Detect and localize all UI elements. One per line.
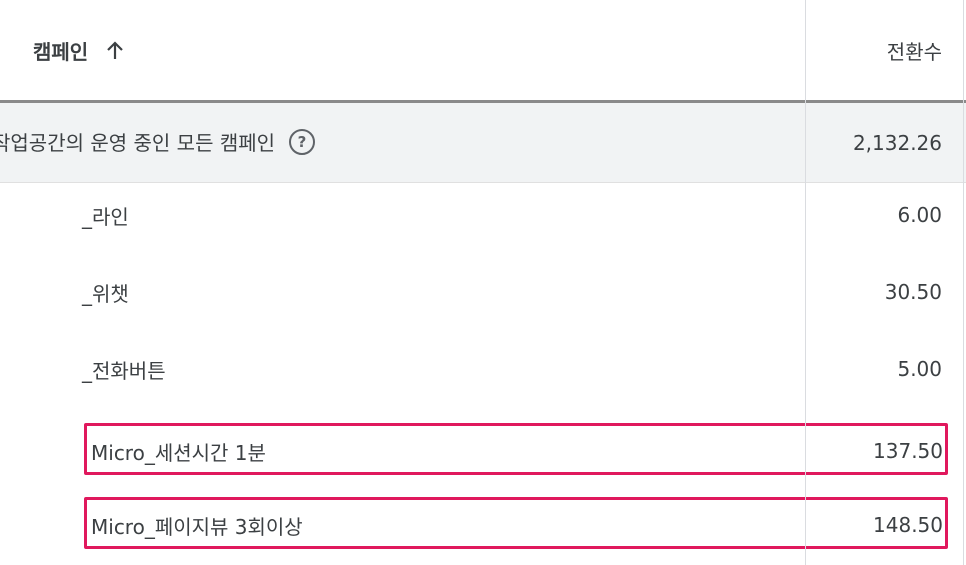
table-row[interactable]: _전화버튼 5.00	[0, 337, 966, 414]
conversions-value: 5.00	[897, 357, 942, 381]
total-label-group: 작업공간의 운영 중인 모든 캠페인 ?	[0, 127, 316, 156]
campaign-name[interactable]: _전화버튼	[82, 355, 166, 384]
highlighted-table-row[interactable]: Micro_세션시간 1분 137.50	[84, 423, 948, 475]
total-row: 작업공간의 운영 중인 모든 캠페인 ? 2,132.26	[0, 103, 966, 183]
column-divider	[805, 0, 806, 565]
campaign-column-header[interactable]: 캠페인	[33, 36, 126, 65]
total-label: 작업공간의 운영 중인 모든 캠페인	[0, 131, 276, 155]
arrow-up-icon[interactable]	[104, 40, 126, 62]
conversions-value: 30.50	[884, 280, 942, 304]
help-circle-icon[interactable]: ?	[289, 128, 316, 155]
help-glyph: ?	[297, 132, 307, 151]
campaign-name[interactable]: _위챗	[82, 278, 129, 307]
conversions-table: 캠페인 전환수 작업공간의 운영 중인 모든 캠페인 ? 2,132.26 _라…	[0, 0, 966, 565]
table-row[interactable]: _라인 6.00	[0, 183, 966, 260]
campaign-name[interactable]: Micro_세션시간 1분	[91, 437, 266, 466]
conversions-value: 148.50	[873, 513, 943, 537]
conversions-column-header[interactable]: 전환수	[887, 36, 942, 65]
campaign-name[interactable]: Micro_페이지뷰 3회이상	[91, 511, 303, 540]
conversions-value: 137.50	[873, 439, 943, 463]
total-value: 2,132.26	[852, 131, 942, 155]
conversions-value: 6.00	[897, 203, 942, 227]
table-header: 캠페인 전환수	[0, 0, 966, 103]
table-row[interactable]: _위챗 30.50	[0, 260, 966, 337]
highlighted-table-row[interactable]: Micro_페이지뷰 3회이상 148.50	[84, 497, 948, 549]
campaign-header-label: 캠페인	[33, 40, 89, 64]
campaign-name[interactable]: _라인	[82, 201, 129, 230]
table-right-border	[963, 0, 964, 565]
